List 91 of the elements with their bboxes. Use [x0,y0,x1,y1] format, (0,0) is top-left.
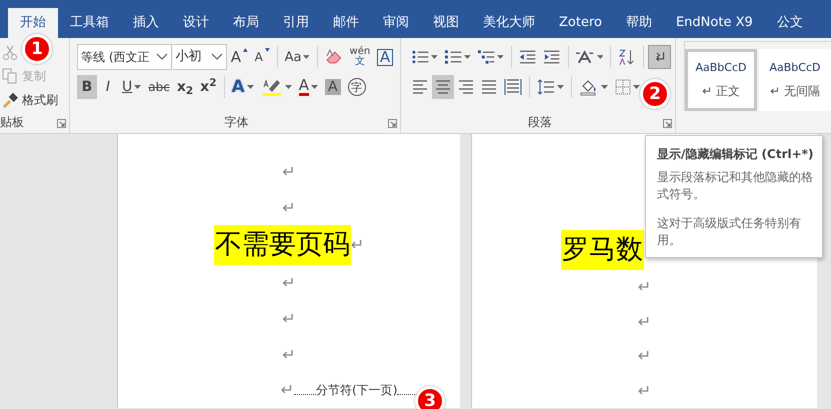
align-center-icon [435,80,451,94]
caret-icon [557,85,564,89]
justify-icon [481,80,497,94]
scissors-icon [2,45,18,61]
ribbon-tab[interactable]: 邮件 [321,8,371,38]
paragraph-mark: ↵ [282,346,296,363]
ribbon-tab[interactable]: 视图 [421,8,471,38]
paragraph-mark: ↵ [282,310,296,327]
ribbon-tab[interactable]: 公文 [764,8,815,38]
ribbon-tab[interactable]: 开始 [8,8,58,38]
brush-icon [2,92,18,108]
heading-text: 不需要页码 [214,225,351,266]
ribbon-tab[interactable]: Zotero [547,8,614,38]
style-gallery-item[interactable]: AaBbCcD ↵ 无间隔 [759,49,831,111]
style-gallery-item[interactable]: AaBbCcD ↵ 正文 [685,49,757,111]
character-shading-button[interactable]: A [322,75,344,99]
font-grow-button[interactable]: A [228,45,251,69]
section-break-label: 分节符(下一页) [316,382,398,400]
center-button[interactable] [432,75,454,99]
paragraph-mark: ↵ [282,275,296,292]
font-shrink-button[interactable]: A [252,45,273,69]
ribbon-tab[interactable]: 引用 [271,8,321,38]
ribbon-tab[interactable]: 设计 [171,8,221,38]
paragraph-mark: ↵ [282,200,296,216]
ribbon-tab[interactable]: 帮助 [614,8,664,38]
dialog-launcher-icon[interactable] [57,119,66,128]
caret-icon [497,55,504,59]
chevron-icon [156,53,168,61]
sort-icon [618,48,636,66]
underline-button[interactable]: U [119,75,144,99]
distribute-icon [504,79,522,95]
subscript-button[interactable]: x$_{2}$ [174,75,196,99]
ribbon-tab[interactable]: 插入 [121,8,171,38]
paragraph-mark: ↵ [280,382,294,398]
font-color-button[interactable]: A [296,75,321,99]
chevron-icon [210,53,223,61]
align-left-icon [412,80,428,94]
tooltip-text: 显示段落标记和其他隐藏的格式符号。 [657,169,814,203]
arrow-icon [264,48,270,52]
caret-icon [464,55,471,59]
decrease-indent-icon [518,49,536,65]
caret-icon [310,85,318,89]
font-name-dropdown[interactable]: 等线 (西文正 [77,44,172,70]
group-label: 字体 [224,114,250,131]
superscript-button[interactable]: x$^{2}$ [197,75,220,99]
tooltip-title: 显示/隐藏编辑标记 (Ctrl+*) [657,146,814,163]
paragraph-mark: ↵ [350,237,364,254]
paragraph-mark: ↵ [638,348,652,364]
multilevel-list-icon [478,49,496,65]
caret-icon [431,55,438,59]
line-spacing-icon [537,79,555,95]
eraser-icon [325,48,343,66]
paragraph-mark: ↵ [282,164,296,180]
paragraph-mark: ↵ [638,382,652,399]
arrow-icon [242,48,248,52]
caret-icon [633,85,640,89]
ribbon-tab[interactable]: 布局 [221,8,271,38]
tooltip-text: 这对于高级版式任务特别有用。 [657,215,802,249]
phonetic-guide-button[interactable]: wén 文 [346,45,373,69]
dialog-launcher-icon[interactable] [663,119,672,128]
paragraph-mark: ↵ [638,314,652,330]
group-label: 贴板 [0,114,25,131]
ribbon-tab[interactable]: EndNote X9 [664,8,765,38]
caret-icon [303,55,310,59]
paragraph-mark: ↵ [638,279,652,296]
format-painter-button[interactable]: 格式刷 [0,88,60,112]
dialog-launcher-icon[interactable] [388,119,397,128]
ribbon-tab[interactable]: 美化大师 [471,8,547,38]
borders-icon [615,79,631,95]
caret-icon [596,55,604,59]
font-size-dropdown[interactable]: 小初 [172,44,227,70]
caret-icon [246,85,254,89]
numbered-list-icon [444,49,462,65]
bullet-list-icon [412,49,430,65]
highlighter-icon [260,77,283,97]
strikethrough-button[interactable]: abc [145,75,173,99]
show-marks-button[interactable] [648,45,671,69]
text-effects-button[interactable]: A [228,75,257,99]
change-case-button[interactable]: Aa [282,45,314,69]
bold-button[interactable]: B [77,75,97,99]
ribbon-tab[interactable]: 工具箱 [58,8,121,38]
heading-text: 罗马数 [561,230,644,270]
group-label: 段落 [527,114,553,131]
increase-indent-icon [543,49,560,65]
asian-layout-icon [575,49,595,65]
caret-icon [134,85,142,89]
italic-button[interactable]: I [98,75,118,99]
caret-icon [284,85,292,89]
ribbon-tab[interactable]: 审阅 [371,8,421,38]
caret-icon [601,85,608,89]
align-right-icon [458,80,474,94]
